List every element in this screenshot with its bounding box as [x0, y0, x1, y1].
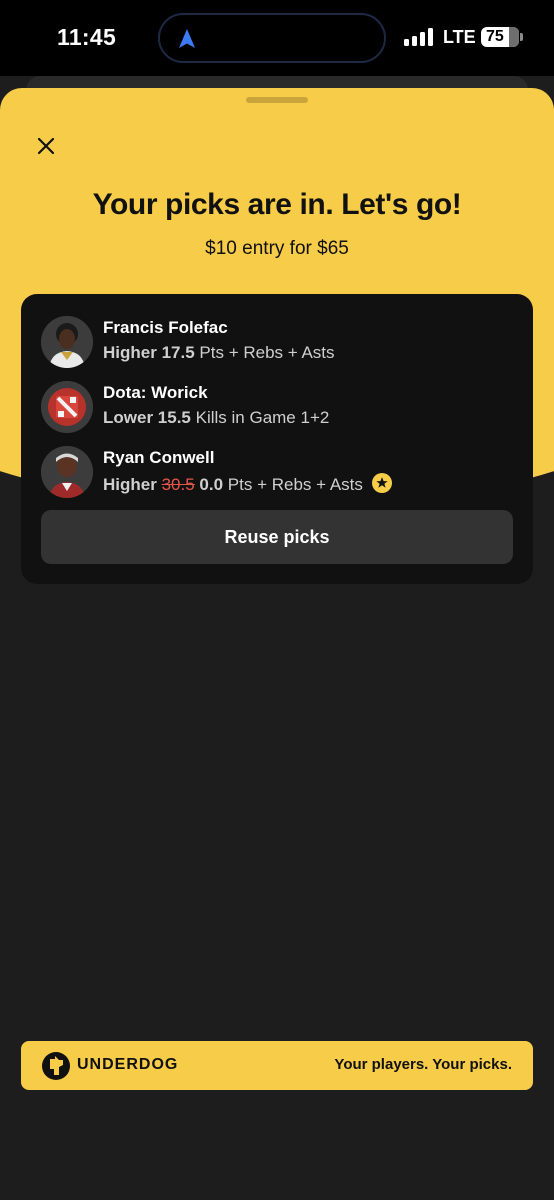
pick-direction: Lower [103, 408, 154, 427]
pick-stat: Pts + Rebs + Asts [199, 343, 335, 362]
pick-value: 17.5 [161, 343, 195, 362]
player-avatar [41, 316, 93, 368]
picks-card: Francis Folefac Higher 17.5 Pts + Rebs +… [21, 294, 533, 584]
entry-summary: $10 entry for $65 [205, 238, 349, 259]
page-title: Your picks are in. Let's go! [92, 188, 462, 221]
confirmation-sheet: Your picks are in. Let's go! $10 entry f… [0, 88, 554, 1200]
brand-name: UNDERDOG [77, 1056, 179, 1073]
pick-direction: Higher [103, 343, 157, 362]
carrier-label: LTE [443, 27, 476, 47]
underdog-logo-icon [42, 1052, 70, 1080]
pick-line: Lower 15.5 Kills in Game 1+2 [103, 408, 329, 428]
player-name: Ryan Conwell [103, 448, 215, 467]
player-name: Dota: Worick [103, 383, 208, 402]
pick-value: 0.0 [199, 475, 224, 494]
pick-item[interactable]: Ryan Conwell Higher 30.5 0.0 Pts + Rebs … [41, 444, 521, 498]
player-photo-icon [41, 316, 93, 368]
star-badge-icon[interactable] [371, 473, 392, 493]
pick-value: 15.5 [157, 408, 191, 427]
dynamic-island[interactable] [158, 13, 386, 63]
player-avatar [41, 446, 93, 498]
pick-direction: Higher [103, 475, 157, 494]
clock: 11:45 [57, 24, 117, 50]
close-button[interactable] [32, 132, 60, 160]
pick-stat: Kills in Game 1+2 [195, 408, 330, 427]
player-name: Francis Folefac [103, 318, 228, 337]
pick-item[interactable]: Dota: Worick Lower 15.5 Kills in Game 1+… [41, 379, 521, 433]
navigation-arrow-icon [179, 29, 195, 48]
team-avatar [41, 381, 93, 433]
brand-banner[interactable]: UNDERDOG Your players. Your picks. [21, 1041, 533, 1090]
signal-icon [404, 28, 434, 46]
pick-old-value: 30.5 [161, 475, 195, 494]
battery-level: 75 [486, 28, 504, 45]
pick-item[interactable]: Francis Folefac Higher 17.5 Pts + Rebs +… [41, 314, 521, 368]
screen: 11:45 LTE 75 Your picks are in. Let's go… [0, 0, 554, 1200]
battery-icon: 75 [481, 27, 523, 47]
sheet-grabber[interactable] [246, 97, 308, 103]
brand-tagline: Your players. Your picks. [334, 1056, 512, 1073]
pick-line: Higher 30.5 0.0 Pts + Rebs + Asts [103, 473, 392, 495]
dota-logo-icon [41, 381, 93, 433]
player-photo-icon [41, 446, 93, 498]
reuse-picks-button[interactable]: Reuse picks [41, 510, 513, 564]
pick-stat: Pts + Rebs + Asts [227, 475, 363, 494]
status-bar: 11:45 LTE 75 [0, 0, 554, 76]
close-icon [37, 137, 55, 155]
pick-line: Higher 17.5 Pts + Rebs + Asts [103, 343, 335, 363]
